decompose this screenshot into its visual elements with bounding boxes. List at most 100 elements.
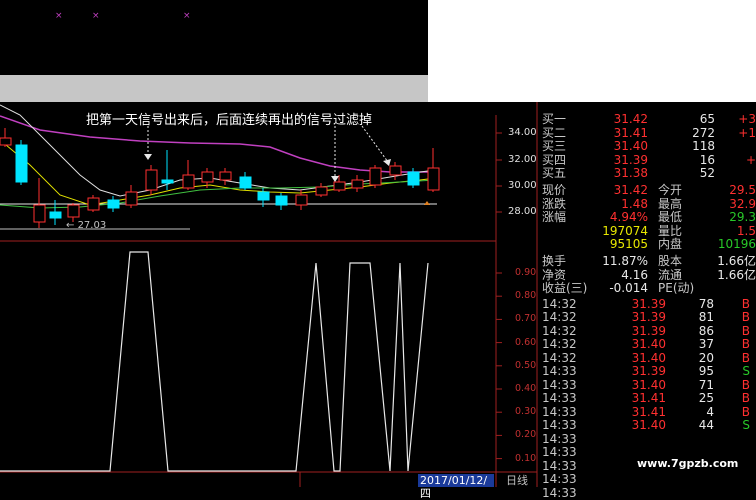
tick-row: 14:33 31.40 44 S — [540, 419, 756, 432]
tick-price: 31.40 — [631, 350, 666, 365]
stat-value: 95105 — [609, 237, 648, 252]
stat-row: 现价 31.42 今开 29.5 — [540, 184, 756, 197]
watermark: www.7gpzb.com — [637, 457, 739, 470]
fund-value: 11.87% — [602, 254, 648, 268]
tick-row: 14:33 31.39 95 S — [540, 365, 756, 378]
stat-label: 涨幅 — [542, 210, 567, 225]
stat-label-2: 最低 — [658, 210, 683, 225]
indicator-tick-label: 0.70 — [515, 313, 537, 325]
tick-row: 14:33 — [540, 485, 756, 500]
indicator-tick-label: 0.20 — [515, 429, 537, 441]
candle-body — [161, 179, 174, 184]
candle-body — [67, 204, 80, 218]
stat-label: 现价 — [542, 183, 567, 197]
stat-value: 31.42 — [613, 183, 648, 197]
stat-value-2: 1.5 — [736, 223, 756, 238]
price-tick-label: 28.00 — [508, 206, 537, 217]
candle-body — [125, 191, 138, 206]
indicator-tick-label: 0.10 — [515, 452, 537, 464]
tick-volume: 44 — [698, 418, 714, 433]
bid-row: 买三 31.40 118 — [540, 140, 756, 153]
bid-volume: 52 — [699, 166, 715, 181]
tick-row: 14:32 31.39 81 B — [540, 311, 756, 324]
candle-body — [407, 171, 420, 186]
candle-body — [369, 167, 382, 186]
tick-time: 14:33 — [542, 377, 577, 392]
bid-row: 买二 31.41 272 +1 — [540, 125, 756, 140]
bid-change: +1 — [738, 125, 756, 140]
bid-price: 31.38 — [613, 166, 648, 181]
tick-direction: B — [741, 323, 750, 338]
candle-body — [87, 197, 100, 211]
bid-price: 31.42 — [613, 112, 648, 126]
tick-volume: 86 — [698, 323, 714, 338]
tick-row: 14:32 31.40 37 B — [540, 338, 756, 351]
indicator-tick-label: 0.90 — [515, 267, 537, 278]
price-tick-label: 32.00 — [508, 154, 537, 165]
stat-label-2: 今开 — [658, 183, 683, 197]
tick-price: 31.40 — [631, 377, 666, 392]
bid-label: 买四 — [542, 152, 567, 167]
tick-direction: B — [741, 377, 750, 392]
tick-time: 14:32 — [542, 310, 577, 325]
tick-time: 14:33 — [542, 445, 577, 460]
bid-volume: 272 — [692, 125, 715, 140]
tick-direction: B — [741, 296, 750, 311]
bid-label: 买三 — [542, 139, 567, 154]
tick-time: 14:33 — [542, 485, 577, 500]
candle-body — [107, 199, 120, 209]
fund-label: 换手 — [542, 254, 567, 268]
tick-volume: 37 — [698, 337, 714, 352]
bid-volume: 65 — [699, 112, 715, 126]
fund-row: 收益(三) -0.014 PE(动) — [540, 282, 756, 295]
annotation-arrows — [147, 125, 389, 178]
candle-body — [427, 167, 440, 191]
bid-price: 31.40 — [613, 139, 648, 154]
tick-price: 31.41 — [631, 404, 666, 419]
tick-direction: B — [741, 350, 750, 365]
tick-time: 14:33 — [542, 472, 577, 487]
tick-volume: 78 — [698, 296, 714, 311]
candle-body — [182, 174, 195, 189]
period-tab[interactable]: 日线 — [506, 474, 528, 487]
current-price-marker — [424, 201, 430, 205]
tick-direction: B — [741, 310, 750, 325]
bid-volume: 16 — [699, 152, 715, 167]
stat-row: 95105 内盘 10196 — [540, 238, 756, 251]
tick-row: 14:32 31.40 20 B — [540, 350, 756, 365]
tick-time: 14:32 — [542, 350, 577, 365]
stat-label: 涨跌 — [542, 196, 567, 211]
indicator-tick-label: 0.60 — [515, 336, 537, 348]
stat-label-2: 量比 — [658, 223, 683, 238]
bid-price: 31.39 — [613, 152, 648, 167]
candle-body — [257, 191, 270, 201]
tick-price: 31.39 — [631, 296, 666, 311]
tick-price: 31.40 — [631, 418, 666, 433]
fund-label-2: 股本 — [658, 254, 683, 268]
indicator-axis-ticks — [496, 272, 502, 460]
tick-volume: 4 — [706, 404, 714, 419]
stat-value-2: 10196 — [717, 237, 756, 252]
bid-label: 买一 — [542, 112, 567, 126]
stat-value-2: 29.3 — [729, 210, 756, 225]
signal-line — [0, 251, 429, 472]
candle-body — [315, 186, 328, 196]
tick-price: 31.41 — [631, 391, 666, 406]
tick-time: 14:33 — [542, 364, 577, 379]
tick-volume: 25 — [698, 391, 714, 406]
arrow-heads — [144, 154, 391, 182]
tick-time: 14:33 — [542, 418, 577, 433]
date-indicator: 2017/01/12/四 — [418, 474, 494, 500]
candle-body — [275, 195, 288, 206]
bid-label: 买五 — [542, 166, 567, 181]
bid-volume: 118 — [692, 139, 715, 154]
tick-row: 14:33 31.40 71 B — [540, 377, 756, 392]
tick-direction: S — [742, 364, 750, 379]
fund-row: 净资 4.16 流通 1.66亿 — [540, 267, 756, 282]
fund-value-2: 1.66亿 — [717, 267, 756, 282]
tick-time: 14:33 — [542, 391, 577, 406]
fund-label-2: 流通 — [658, 267, 683, 282]
stat-value: 197074 — [602, 223, 648, 238]
tick-volume: 95 — [698, 364, 714, 379]
tick-direction: S — [742, 418, 750, 433]
